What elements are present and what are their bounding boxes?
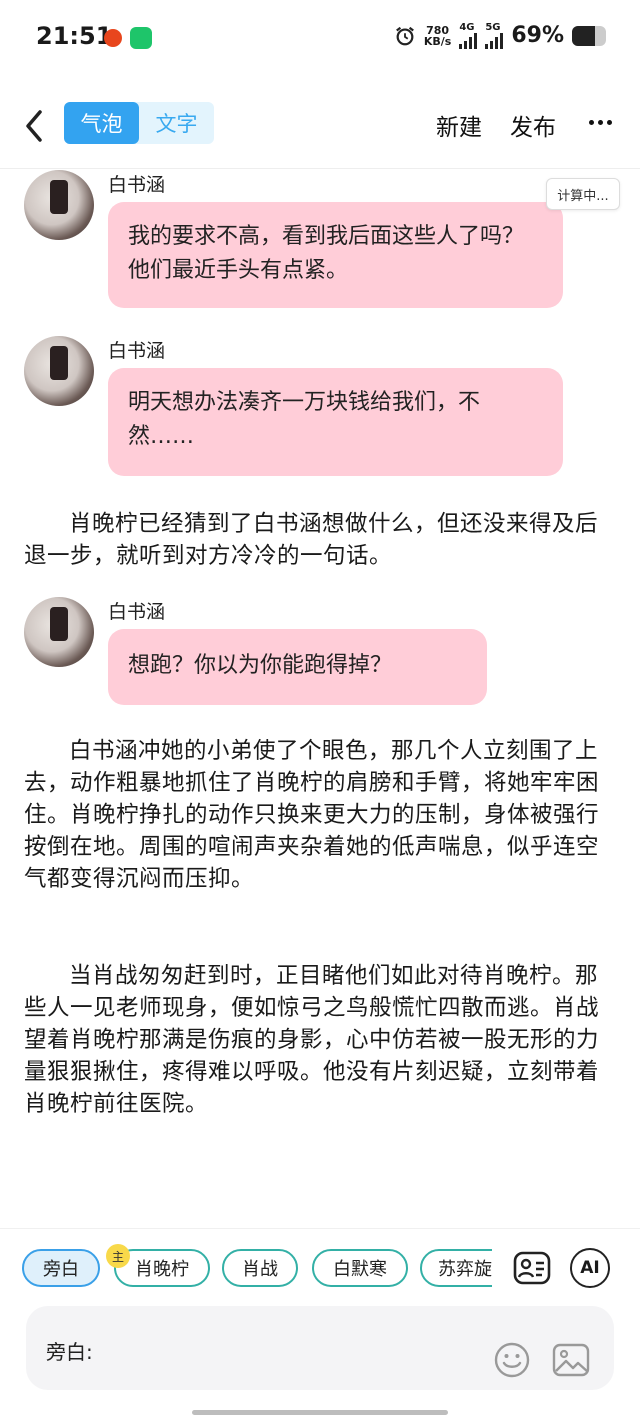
- narration-paragraph[interactable]: 肖晚柠已经猜到了白书涵想做什么，但还没来得及后退一步，就听到对方冷冷的一句话。: [24, 508, 616, 572]
- narration-paragraph[interactable]: 当肖战匆匆赶到时，正目睹他们如此对待肖晚柠。那些人一见老师现身，便如惊弓之鸟般慌…: [24, 960, 616, 1120]
- tab-bubble[interactable]: 气泡: [64, 102, 139, 144]
- avatar[interactable]: [24, 170, 94, 240]
- signal-bars-icon: [459, 33, 478, 49]
- speaker-name: 白书涵: [108, 174, 166, 196]
- speaker-name: 白书涵: [108, 601, 166, 623]
- character-chip-row[interactable]: 旁白 肖晚柠 肖战 白默寒 苏弈旋: [22, 1249, 492, 1289]
- status-time: 21:51: [36, 22, 113, 50]
- status-bar: 21:51 780 KB/s 4G 5G 69%: [0, 0, 640, 78]
- network-4g: 4G: [459, 22, 478, 49]
- speaker-name: 白书涵: [108, 340, 166, 362]
- narration-input[interactable]: 旁白:: [26, 1306, 614, 1390]
- back-arrow-icon[interactable]: [20, 106, 50, 146]
- signal-bars-icon: [485, 33, 504, 49]
- avatar[interactable]: [24, 597, 94, 667]
- tab-text[interactable]: 文字: [139, 102, 214, 144]
- publish-button[interactable]: 发布: [510, 108, 556, 142]
- more-options-icon[interactable]: [589, 120, 612, 125]
- character-chip[interactable]: 苏弈旋: [420, 1249, 492, 1287]
- network-speed: 780 KB/s: [423, 23, 452, 48]
- chat-bubble[interactable]: 想跑？你以为你能跑得掉？: [108, 629, 487, 705]
- character-chip[interactable]: 肖战: [222, 1249, 298, 1287]
- character-chip[interactable]: 白默寒: [312, 1249, 408, 1287]
- network-5g: 5G: [485, 22, 504, 49]
- chat-bubble[interactable]: 明天想办法凑齐一万块钱给我们，不然……: [108, 368, 563, 476]
- top-toolbar: 气泡 文字 新建 发布: [0, 98, 640, 158]
- home-indicator[interactable]: [192, 1410, 448, 1415]
- emoji-icon[interactable]: [494, 1342, 530, 1378]
- header-divider: [0, 168, 640, 169]
- new-button[interactable]: 新建: [436, 108, 482, 142]
- narration-paragraph[interactable]: 白书涵冲她的小弟使了个眼色，那几个人立刻围了上去，动作粗暴地抓住了肖晚柠的肩膀和…: [24, 735, 616, 895]
- notification-video-icon: [130, 27, 152, 49]
- ai-button[interactable]: AI: [570, 1248, 610, 1288]
- input-speaker-label: 旁白:: [46, 1340, 93, 1364]
- main-character-badge: 主: [106, 1244, 130, 1268]
- character-card-icon[interactable]: [512, 1248, 552, 1288]
- alarm-icon: [395, 26, 414, 45]
- character-chip[interactable]: 旁白: [22, 1249, 100, 1287]
- battery-icon: [572, 25, 606, 46]
- avatar[interactable]: [24, 336, 94, 406]
- chat-bubble[interactable]: 我的要求不高，看到我后面这些人了吗？他们最近手头有点紧。: [108, 202, 563, 308]
- image-icon[interactable]: [552, 1342, 590, 1378]
- notification-app-icon: [104, 29, 122, 47]
- calculating-badge: 计算中...: [546, 178, 620, 210]
- battery-percent: 69%: [511, 23, 564, 48]
- mode-toggle: 气泡 文字: [64, 102, 214, 144]
